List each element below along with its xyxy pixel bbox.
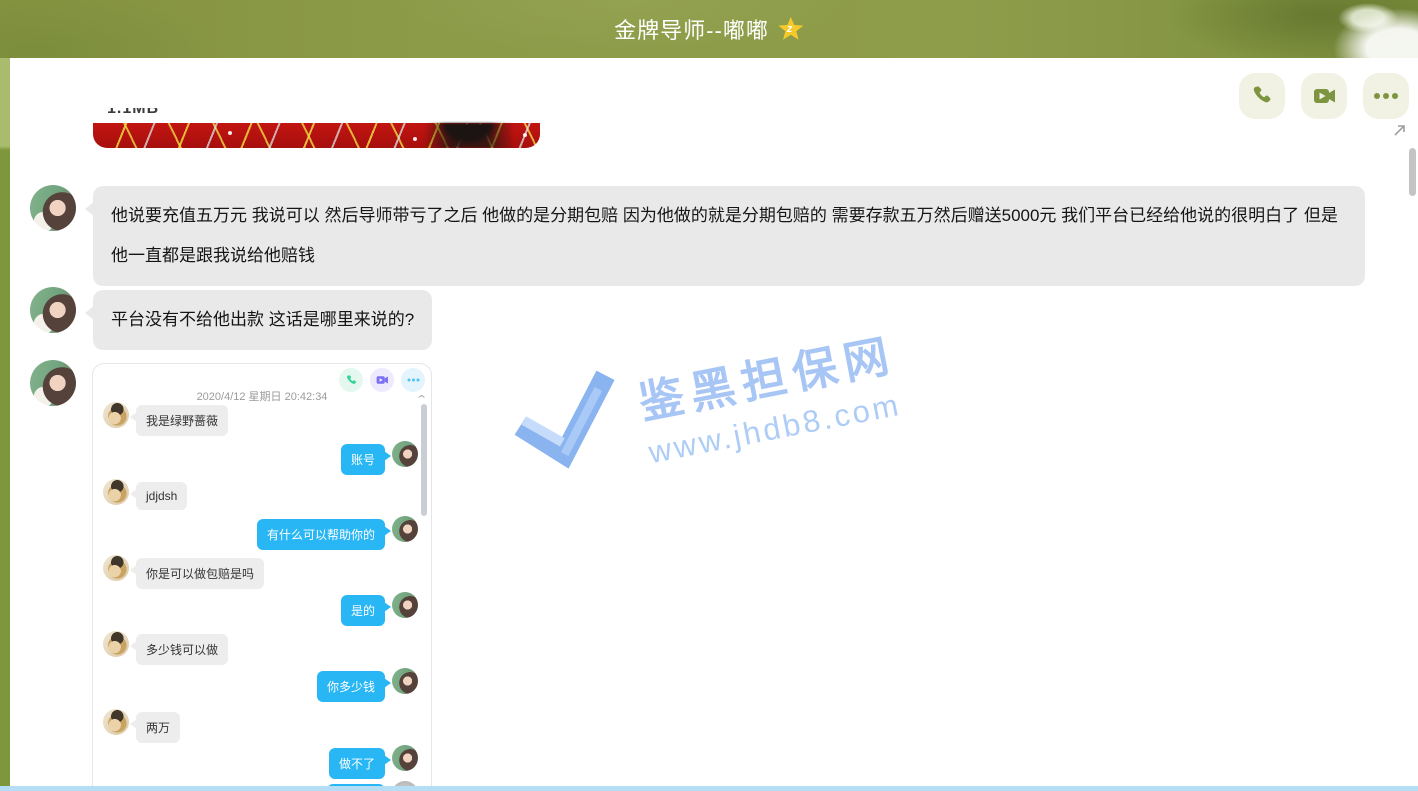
chat-title-text: 金牌导师--嘟嘟 xyxy=(614,13,769,45)
embedded-scrollbar-thumb xyxy=(421,404,427,516)
watermark-checkmark-logo-icon xyxy=(497,361,639,507)
message-bubble: jdjdsh xyxy=(136,482,187,510)
message-bubble: 是的 xyxy=(341,595,385,626)
embedded-message-row: 账号 xyxy=(93,441,421,475)
sparkle xyxy=(228,131,232,135)
star-letter: z xyxy=(787,23,794,35)
avatar xyxy=(392,668,418,694)
watermark-site-name: 鉴黑担保网 xyxy=(633,318,901,431)
message-bubble: 做不了 xyxy=(329,748,385,779)
screenshot-image-message[interactable]: 2020/4/12 星期日 20:42:34 ⌃ 我是绿野蔷薇 账号 jdjds… xyxy=(92,363,432,791)
attachment-preview[interactable]: 1.1MB xyxy=(93,108,540,148)
avatar xyxy=(103,631,129,657)
avatar xyxy=(103,479,129,505)
video-camera-icon xyxy=(1311,83,1337,109)
message-bubble: 你多少钱 xyxy=(317,671,385,702)
banner-image xyxy=(93,123,540,148)
avatar xyxy=(103,555,129,581)
avatar[interactable] xyxy=(30,287,76,333)
avatar xyxy=(392,592,418,618)
video-call-button[interactable] xyxy=(1301,73,1347,119)
expand-arrow-icon[interactable] xyxy=(1392,123,1407,138)
embedded-message-row: 是的 xyxy=(93,592,421,626)
message-bubble: 两万 xyxy=(136,712,180,743)
embedded-message-row: 两万 xyxy=(93,709,421,743)
phone-icon xyxy=(1250,84,1274,108)
sparkle xyxy=(413,137,417,141)
page-scrollbar-thumb[interactable] xyxy=(1409,148,1416,196)
embedded-message-row: 你多少钱 xyxy=(93,668,421,702)
avatar xyxy=(392,516,418,542)
avatar xyxy=(103,402,129,428)
background-edge-strip xyxy=(0,58,10,791)
avatar[interactable] xyxy=(30,185,76,231)
call-toolbar xyxy=(1239,73,1409,119)
avatar xyxy=(392,441,418,467)
message-bubble: 多少钱可以做 xyxy=(136,634,228,665)
embedded-message-row: jdjdsh xyxy=(93,479,421,510)
avatar xyxy=(392,745,418,771)
ellipsis-icon xyxy=(1373,92,1399,100)
chat-message-bubble: 他说要充值五万元 我说可以 然后导师带亏了之后 他做的是分期包赔 因为他做的就是… xyxy=(93,186,1365,286)
embedded-message-row: 你是可以做包赔是吗 xyxy=(93,555,421,589)
figure-silhouette xyxy=(424,123,512,148)
message-bubble: 有什么可以帮助你的 xyxy=(257,519,385,550)
watermark-site-url: www.jhdb8.com xyxy=(646,386,908,471)
chat-header: 金牌导师--嘟嘟 z xyxy=(0,0,1418,58)
embedded-message-row: 我是绿野蔷薇 xyxy=(93,402,421,436)
embedded-message-row: 有什么可以帮助你的 xyxy=(93,516,421,550)
page-title: 金牌导师--嘟嘟 z xyxy=(614,13,804,45)
voice-call-button[interactable] xyxy=(1239,73,1285,119)
message-bubble: 你是可以做包赔是吗 xyxy=(136,558,264,589)
message-bubble: 账号 xyxy=(341,444,385,475)
embedded-message-row: 多少钱可以做 xyxy=(93,631,421,665)
file-size-label: 1.1MB xyxy=(107,108,159,118)
chat-message-bubble: 平台没有不给他出款 这话是哪里来说的? xyxy=(93,290,432,350)
avatar[interactable] xyxy=(30,360,76,406)
sparkle xyxy=(523,133,527,137)
watermark-text: 鉴黑担保网 www.jhdb8.com xyxy=(633,318,908,471)
more-options-button[interactable] xyxy=(1363,73,1409,119)
gold-star-badge-icon: z xyxy=(778,17,804,41)
embedded-message-row: 做不了 xyxy=(93,745,421,779)
bottom-divider-line xyxy=(0,786,1418,791)
site-watermark: 鉴黑担保网 www.jhdb8.com xyxy=(495,287,956,518)
avatar xyxy=(103,709,129,735)
message-bubble: 我是绿野蔷薇 xyxy=(136,405,228,436)
